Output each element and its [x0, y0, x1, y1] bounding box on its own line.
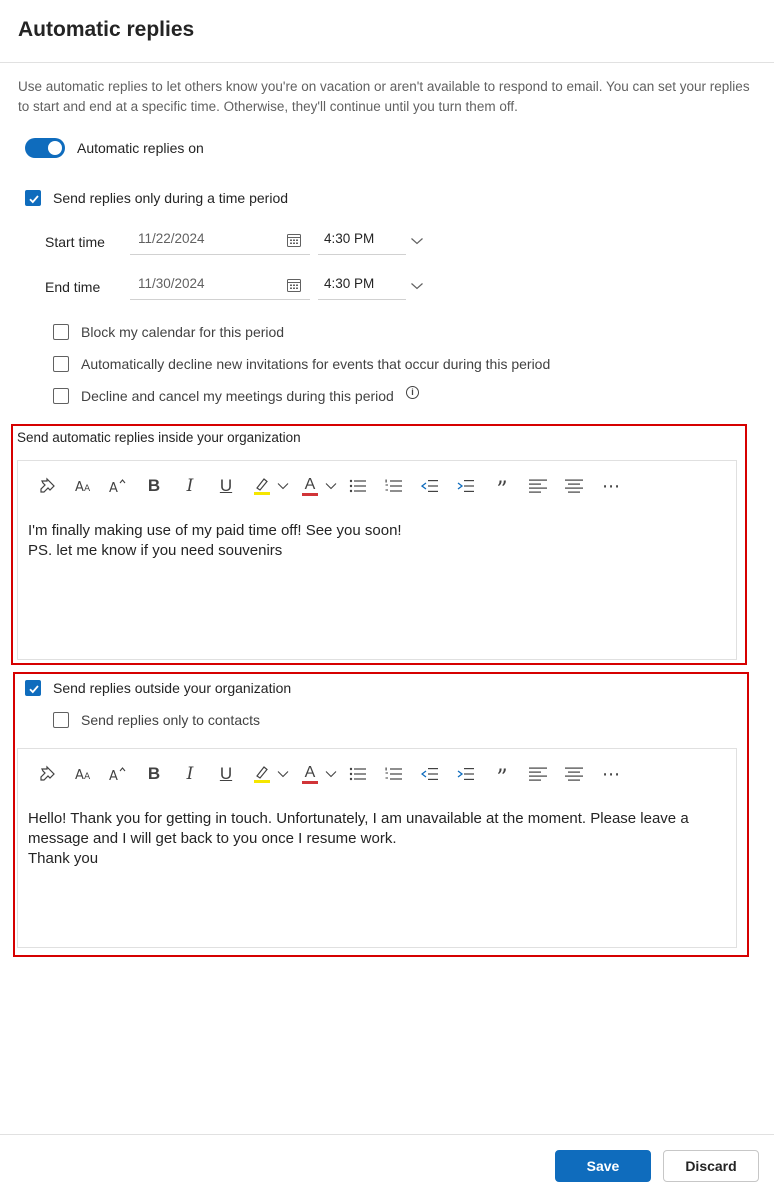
outside-org-editor[interactable]: AA A B I U A ” ⋯ Hello! Thank you for ge… — [17, 748, 737, 948]
toggle-label: Automatic replies on — [77, 140, 204, 156]
toggle-knob — [48, 141, 62, 155]
italic-icon[interactable]: I — [180, 763, 200, 785]
highlight-icon[interactable] — [252, 475, 272, 497]
bullets-icon[interactable] — [348, 763, 368, 785]
grow-font-icon[interactable]: A — [108, 475, 128, 497]
bold-icon[interactable]: B — [144, 763, 164, 785]
outside-org-label: Send replies outside your organization — [53, 680, 292, 696]
inside-org-message[interactable]: I'm finally making use of my paid time o… — [28, 521, 728, 561]
font-color-glyph: A — [304, 763, 316, 781]
decline-invitations-label: Automatically decline new invitations fo… — [81, 356, 551, 372]
format-painter-icon[interactable] — [38, 475, 58, 497]
start-time-value: 4:30 PM — [324, 231, 375, 246]
decline-invitations-checkbox[interactable] — [53, 356, 69, 372]
description-text: Use automatic replies to let others know… — [18, 79, 750, 114]
svg-text:A: A — [84, 772, 91, 782]
align-center-icon[interactable] — [564, 475, 584, 497]
page-title: Automatic replies — [18, 18, 195, 41]
font-size-icon[interactable]: AA — [74, 763, 94, 785]
block-calendar-checkbox[interactable] — [53, 324, 69, 340]
highlight-icon[interactable] — [252, 763, 272, 785]
underline-icon[interactable]: U — [216, 763, 236, 785]
font-color-glyph: A — [304, 475, 316, 493]
end-date-field[interactable]: 11/30/2024 — [130, 270, 310, 300]
svg-text:A: A — [84, 484, 91, 494]
contacts-only-label: Send replies only to contacts — [81, 712, 260, 728]
chevron-down-icon[interactable] — [410, 278, 424, 296]
decrease-indent-icon[interactable] — [420, 475, 440, 497]
font-color-bar — [302, 492, 318, 496]
font-color-bar — [302, 780, 318, 784]
italic-icon[interactable]: I — [180, 475, 200, 497]
decrease-indent-icon[interactable] — [420, 763, 440, 785]
decline-meetings-label: Decline and cancel my meetings during th… — [81, 388, 394, 404]
end-time-label: End time — [45, 279, 101, 295]
chevron-down-icon[interactable] — [410, 233, 424, 251]
chevron-down-icon[interactable] — [324, 475, 338, 497]
outside-org-message[interactable]: Hello! Thank you for getting in touch. U… — [28, 809, 728, 869]
font-color-icon[interactable]: A — [300, 475, 320, 497]
checkmark-icon — [29, 685, 39, 694]
end-time-field[interactable]: 4:30 PM — [318, 270, 406, 300]
end-time-value: 4:30 PM — [324, 276, 375, 291]
underline-icon[interactable]: U — [216, 475, 236, 497]
quote-icon[interactable]: ” — [492, 763, 512, 791]
font-color-icon[interactable]: A — [300, 763, 320, 785]
chevron-down-icon[interactable] — [276, 475, 290, 497]
discard-button[interactable]: Discard — [663, 1150, 759, 1182]
grow-font-icon[interactable]: A — [108, 763, 128, 785]
more-icon[interactable]: ⋯ — [600, 763, 622, 785]
align-center-icon[interactable] — [564, 763, 584, 785]
chevron-down-icon[interactable] — [276, 763, 290, 785]
time-period-label: Send replies only during a time period — [53, 190, 289, 206]
svg-text:A: A — [109, 481, 118, 494]
time-period-checkbox[interactable] — [25, 190, 41, 206]
chevron-down-icon[interactable] — [324, 763, 338, 785]
increase-indent-icon[interactable] — [456, 763, 476, 785]
title-divider — [0, 62, 774, 63]
more-icon[interactable]: ⋯ — [600, 475, 622, 497]
start-time-label: Start time — [45, 234, 105, 250]
start-date-field[interactable]: 11/22/2024 — [130, 225, 310, 255]
outside-org-checkbox[interactable] — [25, 680, 41, 696]
checkmark-icon — [29, 195, 39, 204]
svg-text:A: A — [75, 768, 84, 782]
calendar-icon[interactable] — [286, 277, 302, 298]
inside-org-label: Send automatic replies inside your organ… — [17, 430, 301, 445]
info-icon[interactable]: i — [406, 386, 419, 399]
start-time-field[interactable]: 4:30 PM — [318, 225, 406, 255]
bold-icon[interactable]: B — [144, 475, 164, 497]
start-date-value: 11/22/2024 — [138, 231, 205, 246]
numbering-icon[interactable] — [384, 763, 404, 785]
decline-meetings-checkbox[interactable] — [53, 388, 69, 404]
end-date-value: 11/30/2024 — [138, 276, 205, 291]
font-size-icon[interactable]: AA — [74, 475, 94, 497]
inside-org-editor[interactable]: AA A B I U A ” ⋯ I'm finally making use … — [17, 460, 737, 660]
footer-divider — [0, 1134, 774, 1135]
format-painter-icon[interactable] — [38, 763, 58, 785]
svg-text:A: A — [109, 769, 118, 782]
align-left-icon[interactable] — [528, 475, 548, 497]
quote-icon[interactable]: ” — [492, 475, 512, 503]
block-calendar-label: Block my calendar for this period — [81, 324, 285, 340]
svg-text:A: A — [75, 480, 84, 494]
save-button[interactable]: Save — [555, 1150, 651, 1182]
automatic-replies-toggle[interactable] — [25, 138, 65, 158]
increase-indent-icon[interactable] — [456, 475, 476, 497]
calendar-icon[interactable] — [286, 232, 302, 253]
numbering-icon[interactable] — [384, 475, 404, 497]
bullets-icon[interactable] — [348, 475, 368, 497]
align-left-icon[interactable] — [528, 763, 548, 785]
contacts-only-checkbox[interactable] — [53, 712, 69, 728]
